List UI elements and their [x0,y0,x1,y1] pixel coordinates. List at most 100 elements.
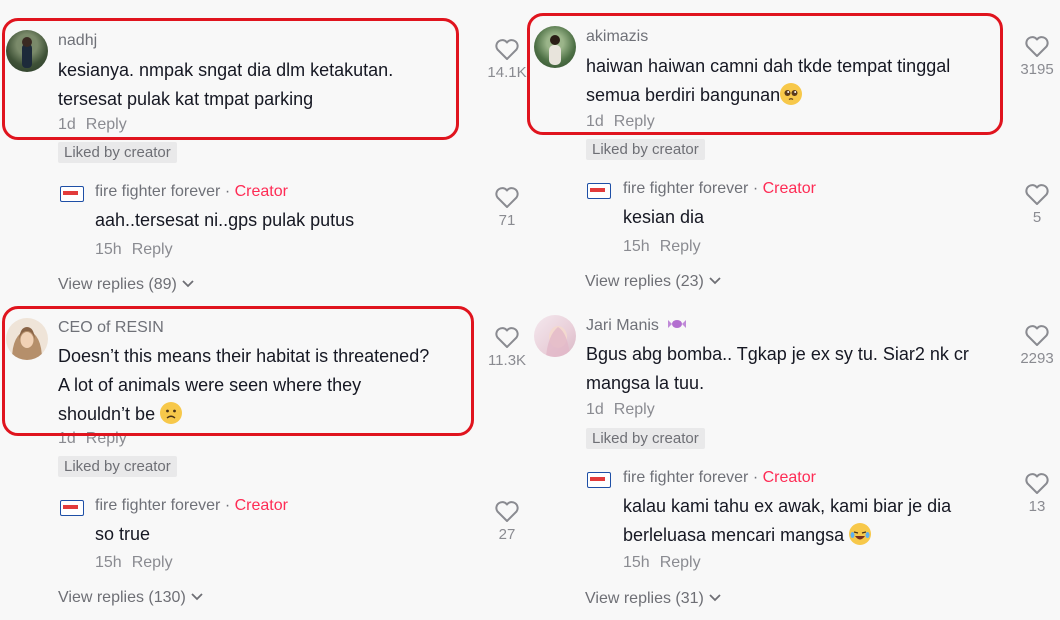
liked-by-creator-badge: Liked by creator [58,142,177,163]
reply-button[interactable]: Reply [86,430,127,447]
creator-avatar[interactable] [587,472,611,488]
reply-meta: 15h Reply [95,241,173,259]
like-button[interactable]: 27 [479,500,535,543]
comments-column-left: nadhj kesianya. nmpak sngat dia dlm keta… [0,0,530,620]
comments-column-right: akimazis haiwan haiwan camni dah tkde te… [527,0,1060,620]
liked-by-creator-badge: Liked by creator [586,139,705,160]
like-button[interactable]: 71 [479,186,535,229]
comment-text-line: kesianya. nmpak sngat dia dlm ketakutan. [58,60,394,80]
creator-label: Creator [234,183,288,200]
comment-meta: 1d Reply [58,116,127,134]
view-replies-button[interactable]: View replies (130) [58,589,204,607]
comment-text: Doesn’t this means their habitat is thre… [58,342,429,429]
reply-age: 15h [623,238,650,255]
view-replies-label: View replies (89) [58,276,177,293]
reply-text: kesian dia [623,207,705,227]
like-button[interactable]: 5 [1009,183,1060,226]
view-replies-button[interactable]: View replies (89) [58,276,195,294]
reply-username[interactable]: fire fighter forever [623,469,748,486]
like-button[interactable]: 3195 [1009,35,1060,78]
comment-age: 1d [58,430,76,447]
comment-text-line: haiwan haiwan camni dah tkde tempat ting… [586,56,951,76]
view-replies-button[interactable]: View replies (23) [585,273,722,291]
comment-meta: 1d Reply [58,430,127,448]
reply-button[interactable]: Reply [132,554,173,571]
creator-label: Creator [234,497,288,514]
comment-username-row: Jari Manis [586,317,687,335]
liked-by-creator-badge: Liked by creator [58,456,177,477]
like-count: 71 [498,212,516,229]
reply-text-line: kalau kami tahu ex awak, kami biar je di… [623,496,952,516]
comment-text-line: semua berdiri bangunan [586,85,781,105]
reply-text: kalau kami tahu ex awak, kami biar je di… [623,492,951,550]
separator: · [752,469,759,486]
reply-text: aah..tersesat ni..gps pulak putus [95,210,355,230]
reply-username[interactable]: fire fighter forever [95,497,220,514]
creator-avatar[interactable] [60,500,84,516]
avatar-photo-icon [549,35,561,65]
comment-text: Bgus abg bomba.. Tgkap je ex sy tu. Siar… [586,340,969,398]
separator: · [224,497,231,514]
like-button[interactable]: 11.3K [479,326,535,369]
like-count: 2293 [1020,350,1054,367]
comment-username[interactable]: nadhj [58,32,97,50]
avatar[interactable] [6,30,48,72]
comment-text-line: A lot of animals were seen where they [58,375,362,395]
comment-username[interactable]: akimazis [586,28,648,46]
comment-text-line: mangsa la tuu. [586,373,705,393]
reply-meta: 15h Reply [623,554,701,572]
like-button[interactable]: 14.1K [479,38,535,81]
like-count: 11.3K [487,352,527,369]
comment-text: haiwan haiwan camni dah tkde tempat ting… [586,52,950,110]
comment-username[interactable]: Jari Manis [586,317,659,334]
comment-text-line: tersesat pulak kat tmpat parking [58,89,314,109]
reply-button[interactable]: Reply [86,116,127,133]
comment-meta: 1d Reply [586,401,655,419]
reply-header: fire fighter forever · Creator [95,183,288,201]
reply-meta: 15h Reply [95,554,173,572]
chevron-down-icon [709,277,721,285]
comment-username[interactable]: CEO of RESIN [58,319,164,337]
like-count: 5 [1032,209,1042,226]
reply-age: 15h [95,554,122,571]
reply-username[interactable]: fire fighter forever [623,180,748,197]
laughing-face-emoji [849,523,872,545]
separator: · [752,180,759,197]
avatar[interactable] [6,318,48,360]
liked-by-creator-badge: Liked by creator [586,428,705,449]
heart-icon [495,327,519,348]
candy-emoji [668,320,687,328]
reply-age: 15h [623,554,650,571]
comment-text: kesianya. nmpak sngat dia dlm ketakutan.… [58,56,393,114]
avatar-photo-icon [22,37,32,68]
like-button[interactable]: 13 [1009,472,1060,515]
heart-icon [495,39,519,60]
reply-button[interactable]: Reply [660,554,701,571]
view-replies-label: View replies (130) [58,589,186,606]
reply-button[interactable]: Reply [614,401,655,418]
reply-button[interactable]: Reply [660,238,701,255]
like-count: 27 [498,526,516,543]
creator-label: Creator [762,469,816,486]
heart-icon [1025,325,1049,346]
comment-age: 1d [58,116,76,133]
reply-button[interactable]: Reply [132,241,173,258]
avatar[interactable] [534,26,576,68]
view-replies-label: View replies (23) [585,273,704,290]
reply-header: fire fighter forever · Creator [95,497,288,515]
creator-avatar[interactable] [587,183,611,199]
view-replies-button[interactable]: View replies (31) [585,590,722,608]
avatar[interactable] [534,315,576,357]
heart-icon [1025,473,1049,494]
like-button[interactable]: 2293 [1009,324,1060,367]
reply-meta: 15h Reply [623,238,701,256]
comment-age: 1d [586,401,604,418]
reply-text-line: berleluasa mencari mangsa [623,525,845,545]
creator-avatar[interactable] [60,186,84,202]
reply-text: so true [95,524,151,544]
heart-icon [495,501,519,522]
reply-button[interactable]: Reply [614,113,655,130]
reply-username[interactable]: fire fighter forever [95,183,220,200]
comment-text-line: shouldn’t be [58,404,156,424]
heart-icon [1025,184,1049,205]
